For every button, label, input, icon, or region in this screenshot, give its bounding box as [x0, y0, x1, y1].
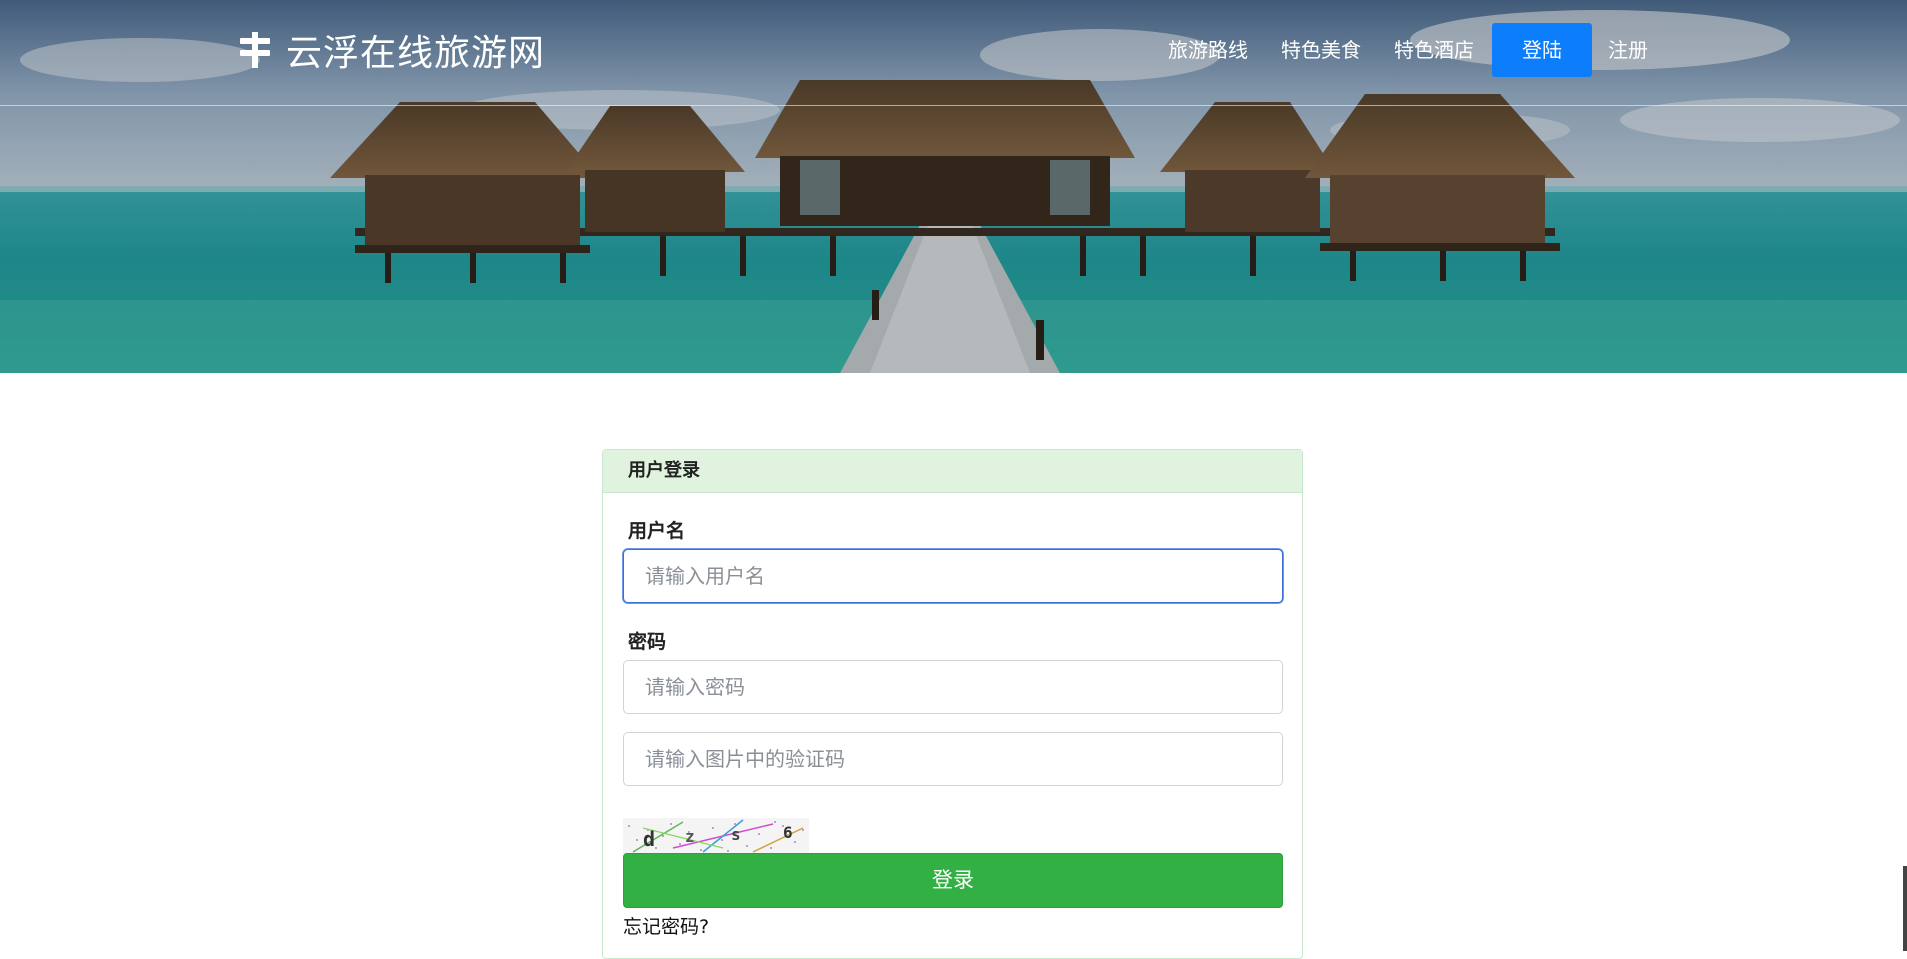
- captcha-char-2: z: [685, 827, 695, 846]
- login-card: 用户登录 用户名 密码 d z s 6 登录 忘记密码?: [602, 449, 1303, 959]
- nav-item-register[interactable]: 注册: [1601, 23, 1655, 77]
- nav-item-food[interactable]: 特色美食: [1276, 23, 1366, 77]
- captcha-char-4: 6: [783, 823, 793, 842]
- captcha-char-1: d: [643, 827, 655, 851]
- captcha-image[interactable]: d z s 6: [623, 818, 809, 854]
- password-input[interactable]: [623, 660, 1283, 714]
- login-card-title: 用户登录: [603, 450, 1302, 493]
- password-label: 密码: [628, 631, 667, 653]
- hero-banner: 云浮在线旅游网 旅游路线 特色美食 特色酒店 登陆 注册: [0, 0, 1907, 373]
- forgot-password-link[interactable]: 忘记密码?: [623, 912, 709, 939]
- nav-item-routes[interactable]: 旅游路线: [1163, 23, 1253, 77]
- username-input[interactable]: [623, 549, 1283, 603]
- username-label: 用户名: [628, 520, 686, 542]
- main-nav: 旅游路线 特色美食 特色酒店 登陆 注册: [0, 23, 1907, 77]
- nav-item-hotels[interactable]: 特色酒店: [1389, 23, 1479, 77]
- captcha-input[interactable]: [623, 732, 1283, 786]
- top-navbar: 云浮在线旅游网 旅游路线 特色美食 特色酒店 登陆 注册: [0, 0, 1907, 106]
- nav-item-login[interactable]: 登陆: [1492, 23, 1592, 77]
- login-submit-button[interactable]: 登录: [623, 853, 1283, 908]
- scrollbar-indicator[interactable]: [1903, 866, 1907, 951]
- captcha-char-3: s: [731, 825, 741, 844]
